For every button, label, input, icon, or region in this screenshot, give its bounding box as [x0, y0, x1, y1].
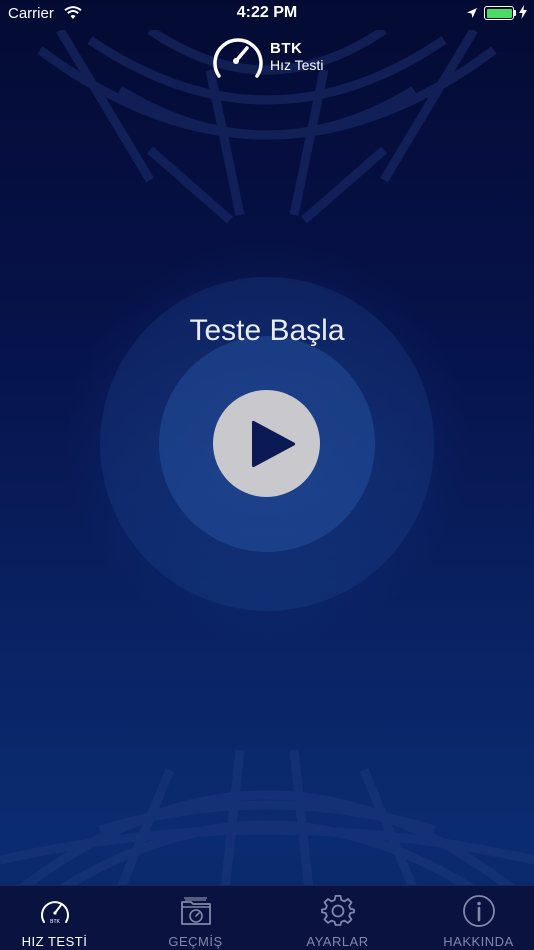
app-screen: Carrier 4:22 PM BTK Hız Testi Teste Başl…: [0, 0, 534, 950]
speedometer-logo-icon: [213, 38, 263, 78]
tab-label: GEÇMİŞ: [168, 934, 223, 949]
tab-ayarlar[interactable]: AYARLAR: [271, 886, 404, 950]
battery-icon: [484, 6, 514, 20]
info-icon: [462, 895, 495, 927]
logo-subtitle-text: Hız Testi: [270, 57, 324, 73]
battery-cap: [514, 10, 516, 16]
btk-logo: BTK Hız Testi: [210, 32, 330, 82]
status-time: 4:22 PM: [236, 4, 298, 21]
globe-background-bottom: [0, 749, 534, 890]
tab-label: HIZ TESTİ: [21, 934, 88, 949]
start-test-title: Teste Başla: [189, 314, 345, 347]
tab-hiz-testi[interactable]: BTK HIZ TESTİ: [0, 886, 121, 950]
start-test-button[interactable]: [213, 390, 320, 497]
tab-gecmis[interactable]: GEÇMİŞ: [129, 886, 262, 950]
logo-brand-text: BTK: [270, 40, 303, 57]
svg-text:BTK: BTK: [50, 919, 60, 925]
tab-label: AYARLAR: [306, 934, 369, 949]
battery-fill: [486, 8, 512, 18]
charging-bolt-icon: [519, 5, 527, 19]
speedometer-icon: BTK: [40, 901, 69, 925]
play-icon: [252, 420, 296, 468]
tab-hakkinda[interactable]: HAKKINDA: [412, 886, 534, 950]
tab-bar: BTK HIZ TESTİ GEÇMİŞ AYARLAR HAKKINDA: [0, 885, 534, 950]
tab-label: HAKKINDA: [443, 934, 514, 949]
location-arrow-icon: [467, 8, 477, 18]
gear-icon: [320, 895, 355, 926]
status-bar: Carrier 4:22 PM: [0, 0, 534, 28]
history-folder-icon: [180, 897, 211, 925]
